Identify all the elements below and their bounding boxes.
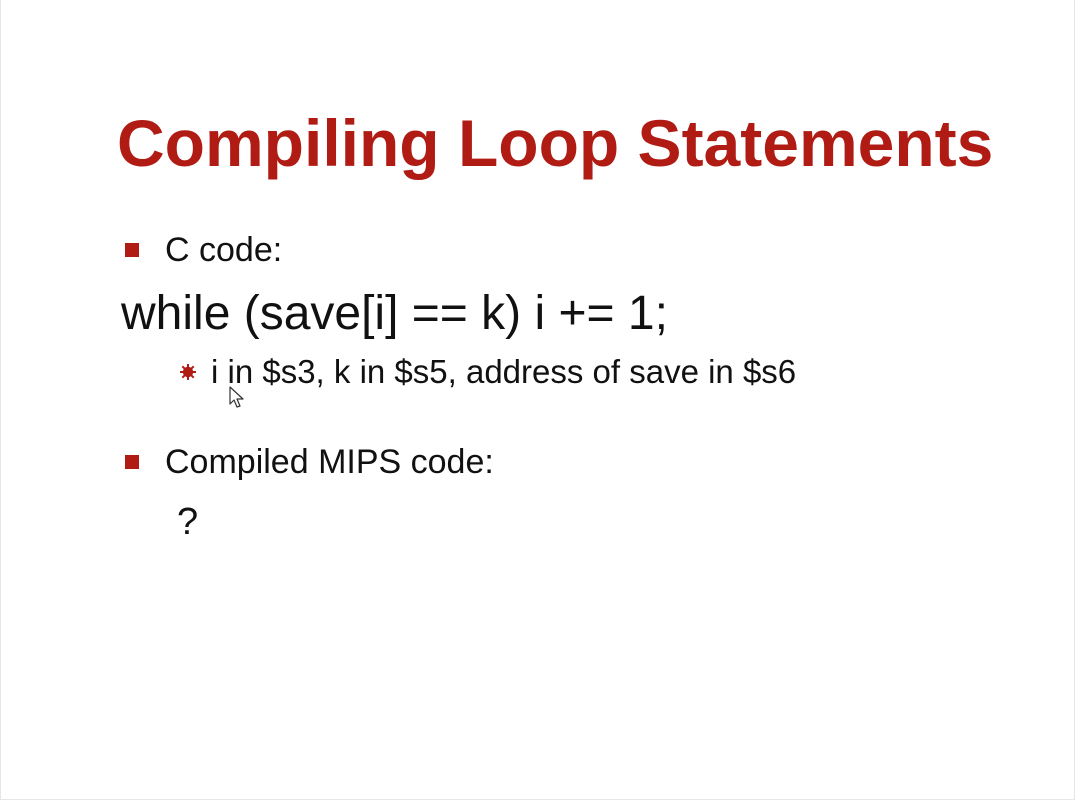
bullet-label: Compiled MIPS code:: [165, 443, 494, 481]
mouse-cursor-icon: [229, 386, 244, 408]
bullet-c-code: C code:: [125, 230, 282, 270]
star-bullet-icon: [180, 364, 196, 380]
square-bullet-icon: [125, 455, 139, 469]
answer-placeholder: ?: [177, 501, 199, 543]
slide: Compiling Loop Statements C code: while …: [0, 0, 1075, 800]
bullet-mips-code: Compiled MIPS code:: [125, 442, 494, 482]
slide-title: Compiling Loop Statements: [117, 106, 994, 180]
bullet-label: C code:: [165, 231, 283, 269]
c-code-line: while (save[i] == k) i += 1;: [121, 287, 668, 340]
square-bullet-icon: [125, 243, 139, 257]
sub-bullet-registers: i in $s3, k in $s5, address of save in $…: [179, 352, 796, 392]
sub-bullet-label: i in $s3, k in $s5, address of save in $…: [211, 353, 797, 390]
